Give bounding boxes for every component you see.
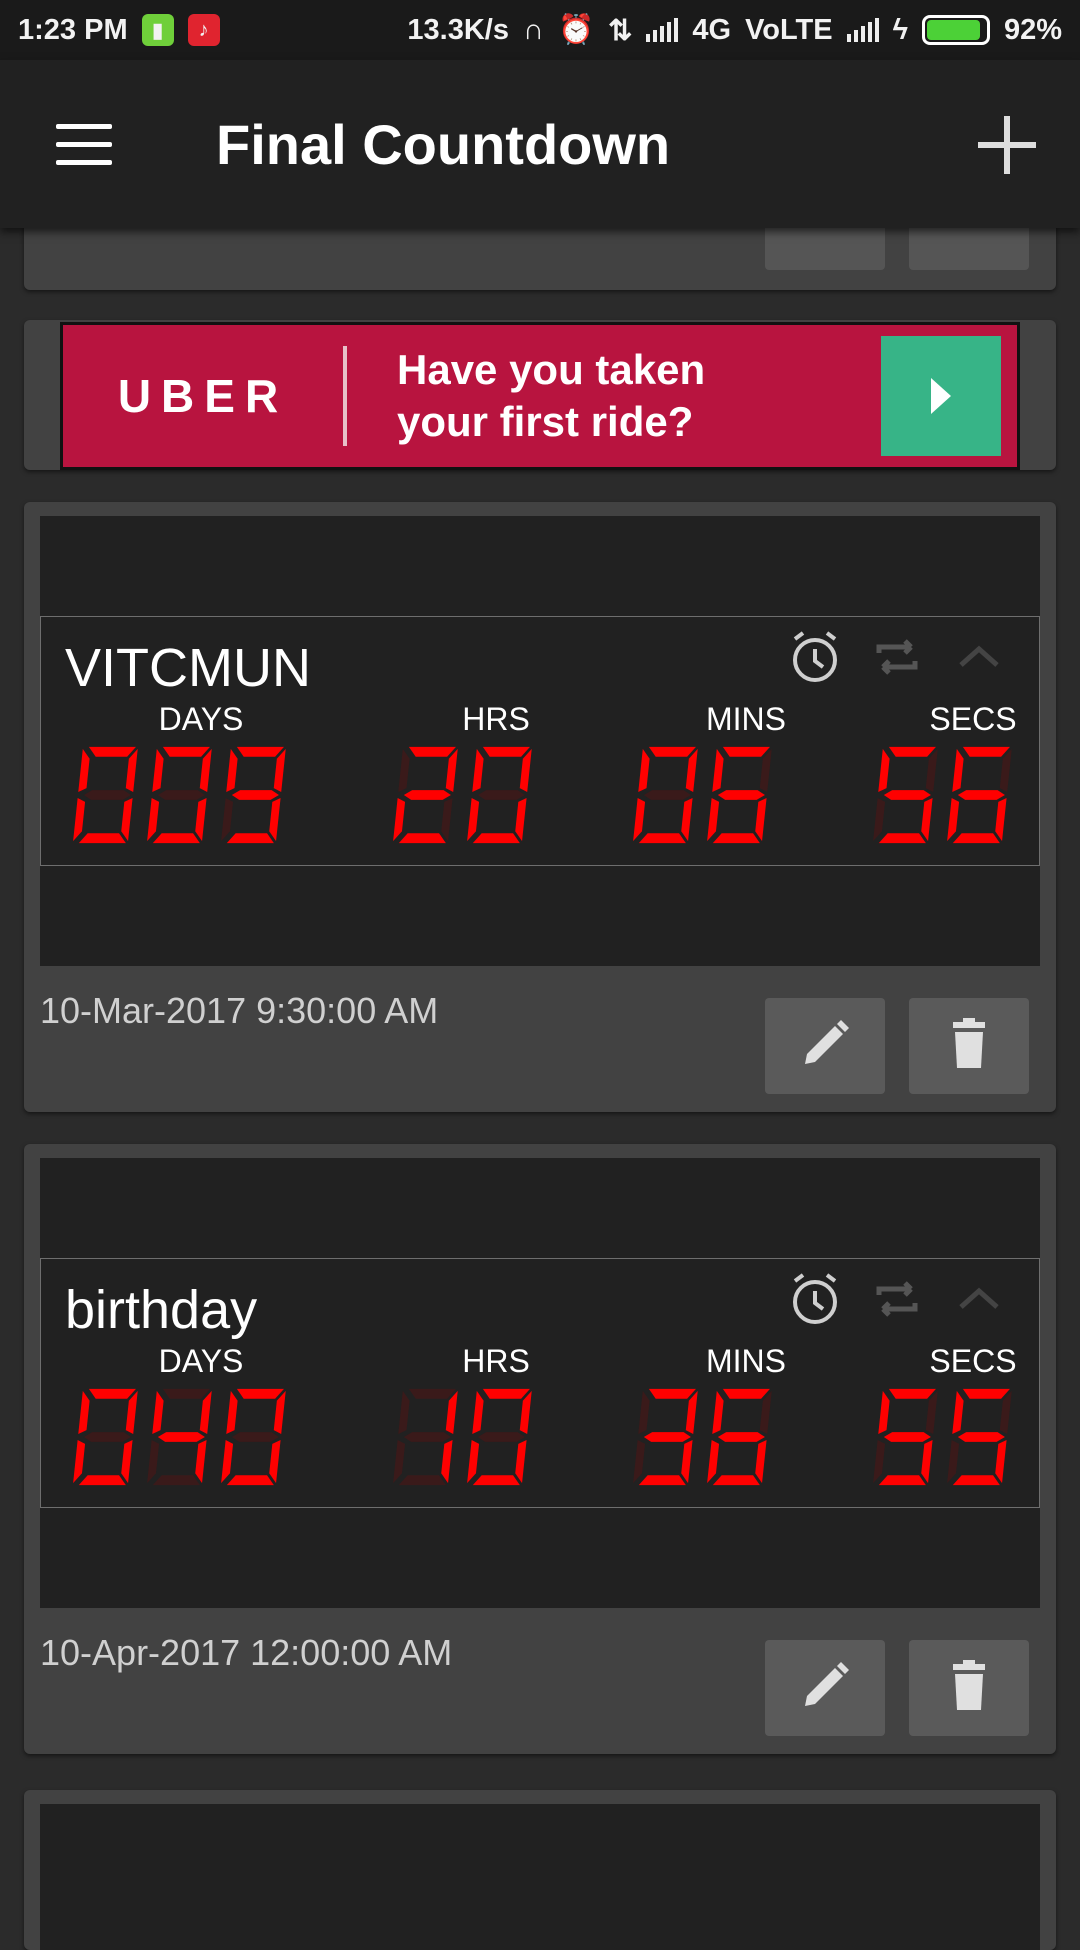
signal-icon [646,18,679,42]
hrs-digit [393,746,458,844]
ad-headline-line1: Have you taken [397,346,706,393]
hrs-digit [393,1388,458,1486]
countdown-panel: VITCMUN DAYS HRS MINS SECS [40,616,1040,866]
alarm-icon[interactable] [785,627,845,687]
digits-mins [631,743,773,847]
event-date: 10-Apr-2017 12:00:00 AM [40,1632,453,1673]
alarm-icon[interactable] [785,1269,845,1329]
days-digit [73,746,138,844]
app-bar: Final Countdown [0,60,1080,228]
mins-digit [707,746,772,844]
label-hrs: HRS [462,701,530,737]
headphones-icon: ∩ [523,13,544,46]
event-card-partial-bottom [24,1790,1056,1950]
event-card[interactable]: birthday DAYS HRS MINS SECS 10-Apr-2017 12:00… [24,1144,1056,1754]
secs-digit [947,746,1012,844]
delete-button[interactable] [909,998,1029,1094]
label-mins: MINS [706,1343,786,1379]
digits-secs [871,743,1013,847]
label-days: DAYS [158,1343,244,1379]
label-hrs: HRS [462,1343,530,1379]
days-digit [147,1388,212,1486]
event-name: birthday [65,1280,258,1340]
chevron-up-icon[interactable] [949,627,1009,687]
battery-saver-icon: ▮ [141,14,174,46]
ad-card: UBER Have you taken your first ride? [24,320,1056,470]
digits-hrs [391,1385,533,1489]
page-title: Final Countdown [216,113,671,176]
status-time: 1:23 PM [18,13,128,46]
ad-brand: UBER [117,370,289,422]
battery-percent: 92% [1003,13,1062,46]
repeat-icon[interactable] [867,627,927,687]
event-card[interactable]: VITCMUN DAYS HRS MINS SECS 10-Mar-2017 9:30:0… [24,502,1056,1112]
label-days: DAYS [158,701,244,737]
delete-button[interactable] [909,1640,1029,1736]
days-digit [221,746,286,844]
digits-days [71,743,287,847]
ad-divider [343,346,347,446]
trash-icon [939,1656,999,1721]
alarm-icon: ⏰ [557,14,595,46]
mins-digit [633,746,698,844]
secs-digit [947,1388,1012,1486]
digits-days [71,1385,287,1489]
battery-icon [921,15,990,45]
days-digit [147,746,212,844]
ad-play-arrow-icon[interactable] [881,336,1001,456]
signal-icon-2 [846,18,879,42]
charging-icon: ϟ [892,13,908,46]
mins-digit [633,1388,698,1486]
plus-icon[interactable] [978,116,1036,174]
event-display: birthday DAYS HRS MINS SECS [40,1158,1040,1608]
chevron-up-icon[interactable] [949,1269,1009,1329]
pencil-icon [795,1656,855,1721]
event-name: VITCMUN [65,638,311,698]
event-date: 10-Mar-2017 9:30:00 AM [40,990,439,1031]
status-bar: 1:23 PM ▮ ♪ 13.3K/s ∩ ⏰ ⇅ 4G VoLTE ϟ 92% [0,0,1080,60]
label-mins: MINS [706,701,786,737]
hrs-digit [467,1388,532,1486]
hamburger-menu-icon[interactable] [56,124,112,165]
net-speed: 13.3K/s [407,13,509,46]
edit-button[interactable] [765,1640,885,1736]
pencil-icon [795,1014,855,1079]
trash-icon [939,1014,999,1079]
music-app-icon: ♪ [187,14,220,46]
ad-headline: Have you taken your first ride? [397,344,881,448]
secs-digit [873,1388,938,1486]
ad-headline-line2: your first ride? [397,398,694,445]
mins-digit [707,1388,772,1486]
label-secs: SECS [929,1343,1017,1379]
event-display: VITCMUN DAYS HRS MINS SECS [40,516,1040,966]
volte-label: VoLTE [745,13,833,46]
edit-button[interactable] [765,998,885,1094]
secs-digit [873,746,938,844]
network-type: 4G [692,13,732,46]
days-digit [221,1388,286,1486]
countdown-panel: birthday DAYS HRS MINS SECS [40,1258,1040,1508]
uber-ad-banner[interactable]: UBER Have you taken your first ride? [60,322,1020,470]
digits-hrs [391,743,533,847]
label-secs: SECS [929,701,1017,737]
days-digit [73,1388,138,1486]
repeat-icon[interactable] [867,1269,927,1329]
event-panel-partial [40,1804,1040,1950]
data-transfer-icon: ⇅ [608,14,633,47]
hrs-digit [467,746,532,844]
digits-secs [871,1385,1013,1489]
digits-mins [631,1385,773,1489]
